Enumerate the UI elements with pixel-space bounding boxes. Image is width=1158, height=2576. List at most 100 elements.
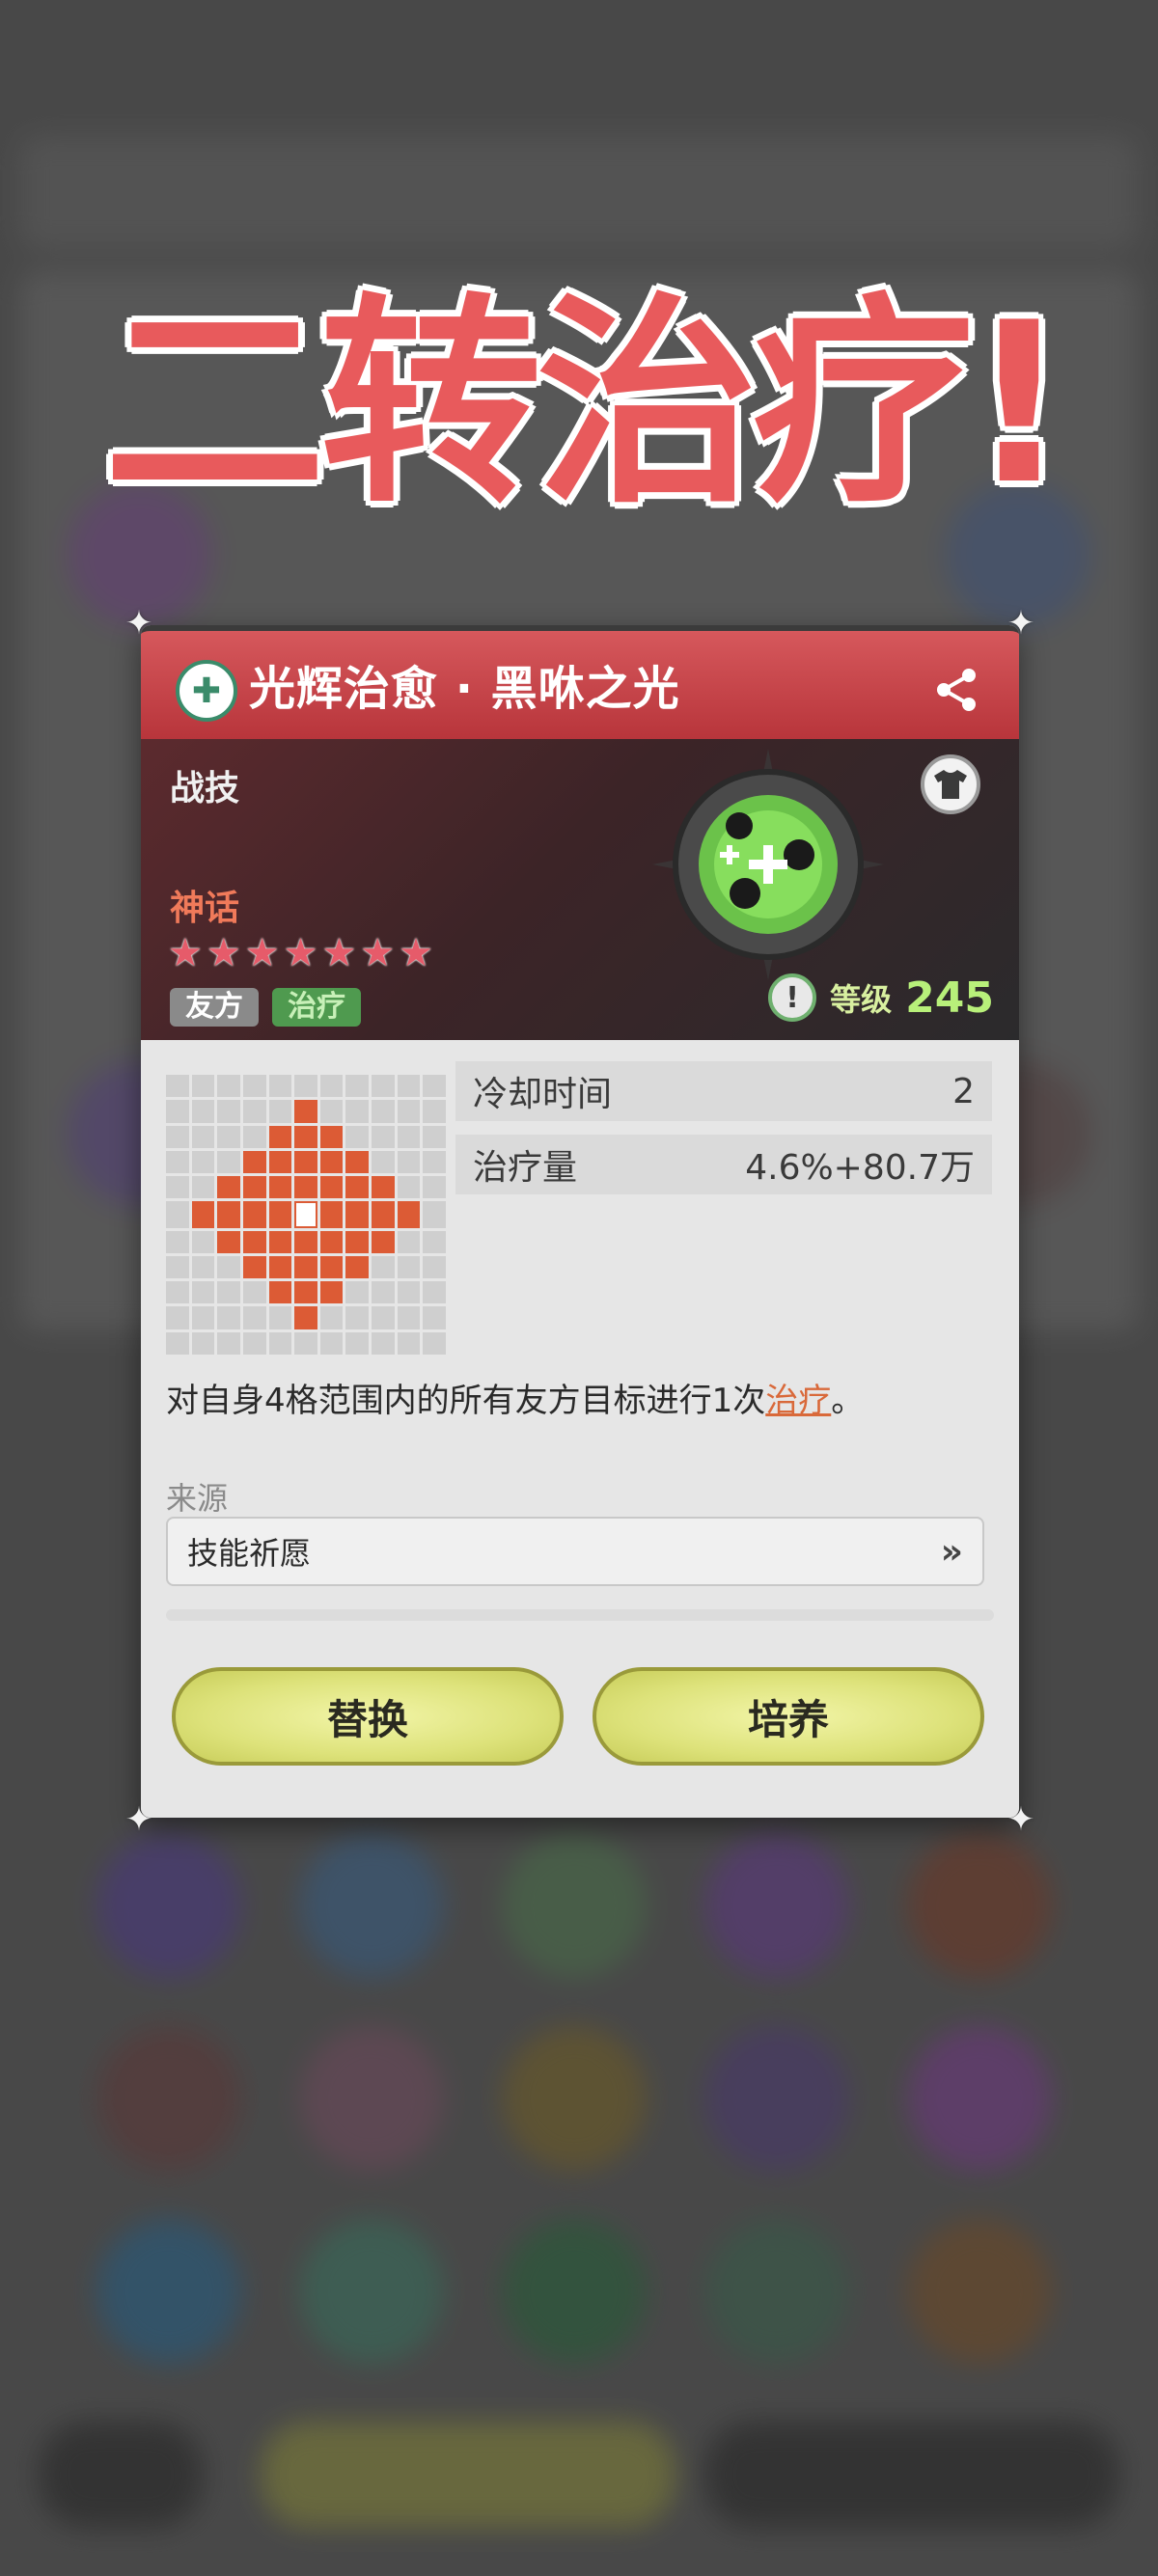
range-cell <box>397 1075 421 1098</box>
range-cell <box>166 1125 189 1148</box>
range-cell <box>217 1075 240 1098</box>
outfit-icon[interactable] <box>921 754 980 814</box>
range-cell <box>268 1306 292 1329</box>
range-cell <box>423 1331 446 1355</box>
range-cell <box>294 1100 317 1123</box>
range-cell <box>372 1255 395 1279</box>
range-cell <box>319 1075 344 1098</box>
heal-value: 4.6%+80.7万 <box>745 1148 975 1188</box>
range-cell <box>345 1255 370 1279</box>
range-cell <box>191 1281 215 1304</box>
range-cell <box>166 1176 189 1199</box>
range-cell <box>268 1281 292 1304</box>
star-icon: ★ <box>283 931 318 975</box>
range-cell <box>242 1150 266 1174</box>
range-cell <box>372 1230 395 1253</box>
range-cell <box>294 1255 317 1279</box>
range-cell <box>372 1201 395 1228</box>
range-cell <box>242 1100 266 1123</box>
range-cell <box>372 1281 395 1304</box>
heal-amount-row: 治疗量 4.6%+80.7万 <box>455 1135 992 1194</box>
source-skill-wish[interactable]: 技能祈愿 » <box>166 1517 984 1586</box>
range-cell <box>397 1281 421 1304</box>
range-cell <box>423 1255 446 1279</box>
range-cell <box>372 1150 395 1174</box>
range-cell <box>345 1075 370 1098</box>
range-cell <box>372 1176 395 1199</box>
range-cell <box>268 1255 292 1279</box>
range-cell <box>217 1150 240 1174</box>
range-cell <box>217 1331 240 1355</box>
range-cell <box>319 1331 344 1355</box>
range-cell <box>294 1306 317 1329</box>
range-cell <box>191 1331 215 1355</box>
tag-heal: 治疗 <box>272 988 361 1027</box>
range-cell <box>423 1075 446 1098</box>
range-cell <box>397 1125 421 1148</box>
range-cell <box>372 1306 395 1329</box>
range-cell <box>345 1125 370 1148</box>
cultivate-button[interactable]: 培养 <box>593 1667 984 1766</box>
range-cell <box>242 1281 266 1304</box>
cooldown-value: 2 <box>952 1071 975 1111</box>
range-cell <box>372 1075 395 1098</box>
description-end: 。 <box>831 1382 865 1420</box>
skill-name: 光辉治愈 · 黑咻之光 <box>249 662 680 716</box>
range-cell <box>319 1255 344 1279</box>
range-cell <box>166 1255 189 1279</box>
range-cell <box>242 1075 266 1098</box>
range-cell <box>397 1150 421 1174</box>
skill-tags: 友方 治疗 <box>170 988 361 1027</box>
range-cell <box>217 1255 240 1279</box>
range-cell <box>294 1201 317 1228</box>
heal-label: 治疗量 <box>473 1148 578 1188</box>
range-cell <box>345 1230 370 1253</box>
level-label: 等级 <box>830 981 893 1018</box>
star-icon: ★ <box>206 931 241 975</box>
rarity-label: 神话 <box>170 889 240 928</box>
range-cell <box>319 1281 344 1304</box>
info-alert-icon[interactable]: ! <box>768 973 817 1022</box>
star-icon: ★ <box>168 931 203 975</box>
skill-range-grid <box>166 1075 446 1355</box>
description-text: 对自身4格范围内的所有友方目标进行1次 <box>166 1382 766 1420</box>
skill-hero-panel: 战技 神话 ★ ★ ★ ★ ★ ★ ★ 友方 治疗 ! 等级 245 <box>141 739 1019 1040</box>
replace-button[interactable]: 替换 <box>172 1667 564 1766</box>
heal-keyword-link[interactable]: 治疗 <box>765 1382 831 1420</box>
range-cell <box>217 1230 240 1253</box>
skill-dialog: ✦ ✦ ✦ ✦ ✚ 光辉治愈 · 黑咻之光 战技 神话 ★ ★ ★ ★ ★ ★ … <box>125 604 1035 1839</box>
range-cell <box>217 1100 240 1123</box>
heal-skill-icon: ✚ <box>176 660 237 722</box>
range-cell <box>191 1230 215 1253</box>
range-cell <box>345 1306 370 1329</box>
cooldown-row: 冷却时间 2 <box>455 1061 992 1121</box>
range-cell <box>294 1150 317 1174</box>
range-cell <box>423 1230 446 1253</box>
range-cell <box>423 1201 446 1228</box>
range-cell <box>191 1125 215 1148</box>
range-cell <box>268 1230 292 1253</box>
skill-description: 对自身4格范围内的所有友方目标进行1次治疗。 <box>166 1374 864 1421</box>
star-icon: ★ <box>321 931 357 975</box>
cooldown-label: 冷却时间 <box>473 1075 613 1114</box>
range-cell <box>191 1201 215 1228</box>
range-cell <box>268 1150 292 1174</box>
range-cell <box>345 1150 370 1174</box>
range-cell <box>268 1125 292 1148</box>
range-cell <box>242 1176 266 1199</box>
range-cell <box>217 1125 240 1148</box>
headline: 二转治疗! <box>103 276 1070 534</box>
range-cell <box>345 1281 370 1304</box>
range-cell <box>319 1100 344 1123</box>
range-cell <box>166 1150 189 1174</box>
range-cell <box>423 1306 446 1329</box>
range-cell <box>397 1331 421 1355</box>
range-cell <box>397 1306 421 1329</box>
range-cell <box>166 1075 189 1098</box>
range-cell <box>397 1201 421 1228</box>
range-cell <box>268 1176 292 1199</box>
divider <box>166 1609 994 1621</box>
level-value: 245 <box>905 973 994 1023</box>
range-cell <box>294 1281 317 1304</box>
share-icon[interactable] <box>932 666 980 714</box>
